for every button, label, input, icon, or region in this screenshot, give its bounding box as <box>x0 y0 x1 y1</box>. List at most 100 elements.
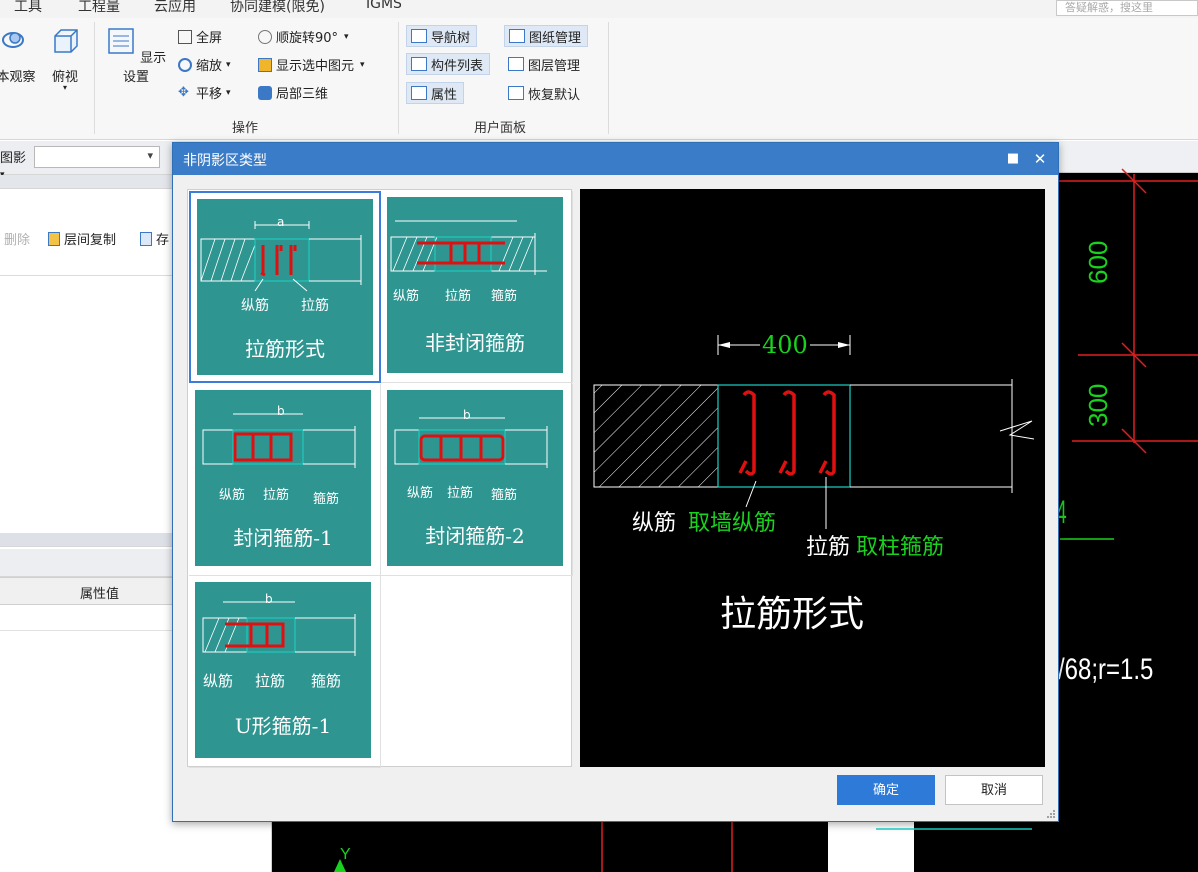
restore-default-button[interactable]: 恢复默认 <box>504 82 586 104</box>
type-tile-closed-stirrup-1[interactable]: b 纵筋 拉筋 箍筋 封闭箍筋-1 <box>189 384 381 576</box>
close-icon[interactable]: ✕ <box>1030 149 1050 169</box>
maximize-icon[interactable]: ■ <box>1003 149 1023 169</box>
dim-label-300: 300 <box>1083 383 1113 427</box>
menu-igms[interactable]: IGMS <box>366 0 402 12</box>
zoom-label: 缩放 <box>196 59 223 74</box>
dialog-title-bar[interactable]: 非阴影区类型 ■ ✕ <box>173 143 1058 175</box>
local-3d-label: 局部三维 <box>276 87 329 102</box>
tile-tie-label: 拉筋 <box>255 672 286 690</box>
tile-stirrup-label: 箍筋 <box>313 492 340 507</box>
orbit-icon <box>2 32 24 48</box>
properties-label: 属性 <box>431 87 458 103</box>
save-component-label: 存 <box>156 233 170 248</box>
display-settings-button[interactable]: 显示设置 <box>104 26 168 85</box>
delete-button[interactable]: 删除 <box>4 229 30 248</box>
display-settings-label: 显示设置 <box>122 51 167 85</box>
dynamic-observe-label: 本观察 <box>0 70 36 85</box>
properties-icon <box>411 86 427 100</box>
rotate-button[interactable]: 顺旋转90° ▾ <box>258 27 349 46</box>
property-value-header: 属性值 <box>80 587 120 602</box>
cad-formula-text: /68;r=1.5 <box>1058 653 1154 686</box>
preview-tie-label: 拉筋 <box>806 535 851 560</box>
floor-combo[interactable] <box>34 146 160 168</box>
tile-name: 封闭箍筋-1 <box>233 526 333 550</box>
dim-label-600: 600 <box>1083 240 1113 284</box>
save-component-icon <box>140 231 152 246</box>
type-tile-tie[interactable]: a 纵筋 拉筋 拉筋形式 <box>189 191 381 383</box>
tile-tie-label: 拉筋 <box>263 488 290 503</box>
top-view-button[interactable]: 俯视 ▾ <box>46 26 84 92</box>
tile-long-bar-label: 纵筋 <box>219 488 246 503</box>
preview-tie-note: 取柱箍筋 <box>856 535 945 560</box>
nav-tree-toggle[interactable]: 导航树 <box>406 25 478 47</box>
save-component-button[interactable]: 存 <box>140 229 169 248</box>
preview-panel: 400 纵筋 取墙纵筋 拉筋 取柱箍筋 拉筋形式 <box>580 189 1045 767</box>
delete-label: 删除 <box>4 233 31 248</box>
ok-button[interactable]: 确定 <box>837 775 935 805</box>
component-list-label: 构件列表 <box>431 58 484 74</box>
tile-stirrup-label: 箍筋 <box>311 672 342 690</box>
type-list: a 纵筋 拉筋 拉筋形式 纵筋 拉筋 箍筋 非封闭箍筋 b 纵筋 拉筋 箍筋 封… <box>187 189 573 768</box>
cube-icon <box>54 29 78 53</box>
tile-dim-b: b <box>463 408 471 422</box>
tile-long-bar-label: 纵筋 <box>241 298 269 314</box>
tile-graphic: 纵筋 拉筋 箍筋 非封闭箍筋 <box>387 197 563 373</box>
svg-text:Y: Y <box>340 846 351 863</box>
drawing-mgmt-toggle[interactable]: 图纸管理 <box>504 25 589 47</box>
component-list-icon <box>411 57 427 71</box>
preview-long-bar-label: 纵筋 <box>632 511 677 536</box>
local-3d-button[interactable]: 局部三维 <box>258 83 328 102</box>
nav-tree-label: 导航树 <box>431 30 471 46</box>
menu-collab-modeling[interactable]: 协同建模(限免) <box>230 0 325 16</box>
menu-quantity[interactable]: 工程量 <box>78 0 120 16</box>
zoom-button[interactable]: 缩放 ▾ <box>178 55 231 74</box>
layer-mgmt-toggle[interactable]: 图层管理 <box>504 53 586 75</box>
rotate-label: 顺旋转90° <box>276 31 339 46</box>
layer-combo-label: 图影 <box>0 151 27 166</box>
type-tile-closed-stirrup-2[interactable]: b 纵筋 拉筋 箍筋 封闭箍筋-2 <box>381 384 573 576</box>
fullscreen-button[interactable]: 全屏 <box>178 27 222 46</box>
tile-long-bar-label: 纵筋 <box>203 672 234 690</box>
non-shadow-zone-type-dialog: 非阴影区类型 ■ ✕ a 纵筋 拉筋 拉筋形式 纵筋 拉筋 箍筋 非封闭箍筋 b… <box>172 142 1059 822</box>
resize-grip-icon[interactable] <box>1046 809 1056 819</box>
component-list-toggle[interactable]: 构件列表 <box>406 53 491 75</box>
local-3d-icon <box>258 85 272 100</box>
dialog-title: 非阴影区类型 <box>183 153 267 169</box>
restore-default-icon <box>508 86 524 100</box>
copy-floor-button[interactable]: 层间复制 <box>48 229 116 248</box>
tile-graphic: b 纵筋 拉筋 箍筋 封闭箍筋-1 <box>195 390 371 566</box>
preview-long-bar-note: 取墙纵筋 <box>688 511 777 536</box>
tile-name: 封闭箍筋-2 <box>425 524 525 548</box>
fullscreen-icon <box>178 29 192 44</box>
ribbon-separator <box>398 22 399 134</box>
tile-name: 拉筋形式 <box>245 337 325 361</box>
type-tile-u-stirrup-1[interactable]: b 纵筋 拉筋 箍筋 U形箍筋-1 <box>189 576 381 768</box>
rotate-icon <box>258 29 272 44</box>
layer-combo[interactable]: 图影 ▾ <box>0 147 30 180</box>
tile-tie-label: 拉筋 <box>447 486 474 501</box>
type-tile-open-stirrup[interactable]: 纵筋 拉筋 箍筋 非封闭箍筋 <box>381 191 573 383</box>
rotate-dropdown-icon: ▾ <box>344 31 349 42</box>
tile-tie-label: 拉筋 <box>445 289 472 304</box>
tile-graphic: a 纵筋 拉筋 拉筋形式 <box>197 199 373 375</box>
tile-graphic: b 纵筋 拉筋 箍筋 封闭箍筋-2 <box>387 390 563 566</box>
cancel-button[interactable]: 取消 <box>945 775 1043 805</box>
ops-group-label: 操作 <box>232 121 259 136</box>
ribbon-separator <box>608 22 609 134</box>
fullscreen-label: 全屏 <box>196 31 223 46</box>
menu-tools[interactable]: 工具 <box>14 0 42 16</box>
tile-dim-b: b <box>277 404 285 418</box>
dynamic-observe-button[interactable]: 本观察 <box>0 26 36 85</box>
menu-cloud[interactable]: 云应用 <box>154 0 196 16</box>
show-selected-label: 显示选中图元 <box>276 59 355 74</box>
panels-group-label: 用户面板 <box>474 121 527 136</box>
show-selected-button[interactable]: 显示选中图元 ▾ <box>258 55 365 74</box>
tie-preview-diagram <box>593 335 1035 529</box>
properties-toggle[interactable]: 属性 <box>406 82 465 104</box>
pan-button[interactable]: ✥ 平移 ▾ <box>178 83 231 102</box>
show-selected-dropdown-icon: ▾ <box>360 59 365 70</box>
help-search-input[interactable]: 答疑解惑，搜这里 <box>1056 0 1198 16</box>
ribbon-toolbar: 本观察 俯视 ▾ 显示设置 全屏 缩放 ▾ ✥ 平移 ▾ 顺旋转90° ▾ 显示… <box>0 18 1198 140</box>
tile-graphic: b 纵筋 拉筋 箍筋 U形箍筋-1 <box>195 582 371 758</box>
zoom-dropdown-icon: ▾ <box>226 59 231 70</box>
